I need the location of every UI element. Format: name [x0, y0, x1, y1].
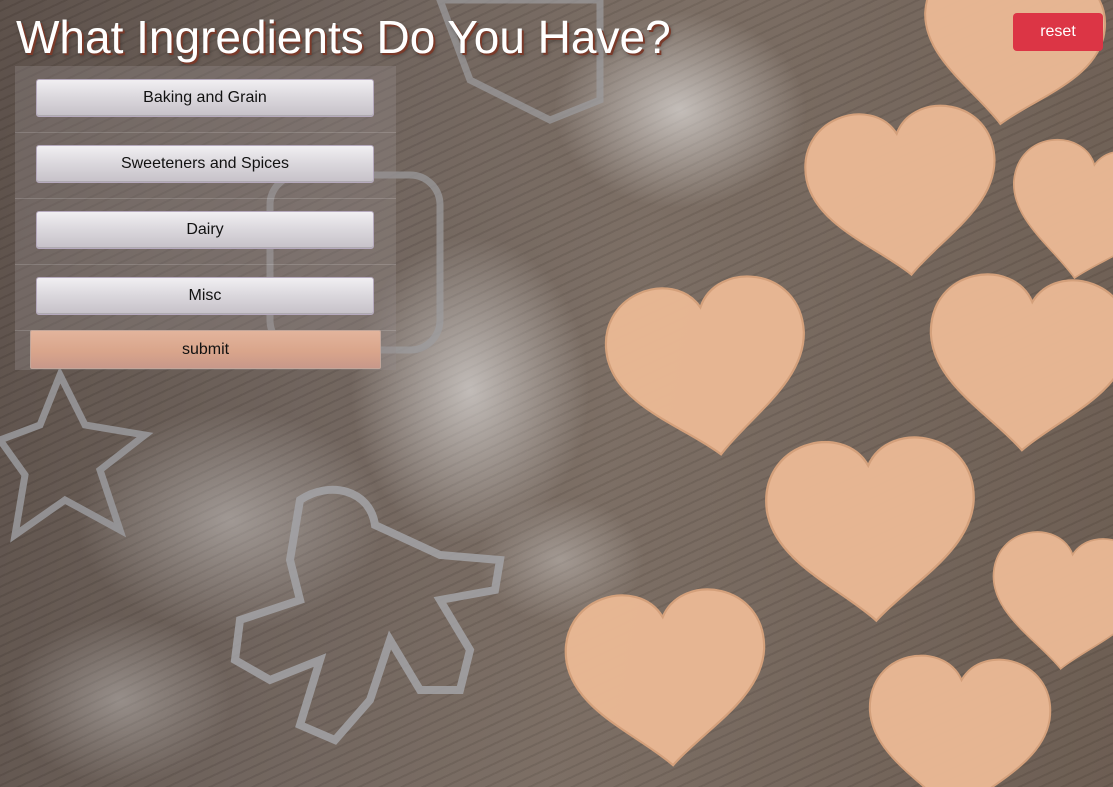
- category-button-dairy[interactable]: Dairy: [36, 211, 374, 249]
- submit-button[interactable]: submit: [30, 330, 381, 369]
- star-cutter-icon: [0, 366, 154, 543]
- reset-button[interactable]: reset: [1013, 13, 1103, 51]
- category-button-sweeteners-and-spices[interactable]: Sweeteners and Spices: [36, 145, 374, 183]
- page-title: What Ingredients Do You Have?: [16, 11, 671, 63]
- category-row: Baking and Grain: [15, 66, 396, 133]
- category-panel: Baking and Grain Sweeteners and Spices D…: [15, 66, 396, 370]
- category-row: Misc: [15, 264, 396, 331]
- category-row: Sweeteners and Spices: [15, 132, 396, 199]
- gingerbread-cutter-icon: [230, 485, 505, 745]
- category-button-baking-and-grain[interactable]: Baking and Grain: [36, 79, 374, 117]
- heart-cookies: [560, 0, 1113, 787]
- category-row: Dairy: [15, 198, 396, 265]
- category-button-misc[interactable]: Misc: [36, 277, 374, 315]
